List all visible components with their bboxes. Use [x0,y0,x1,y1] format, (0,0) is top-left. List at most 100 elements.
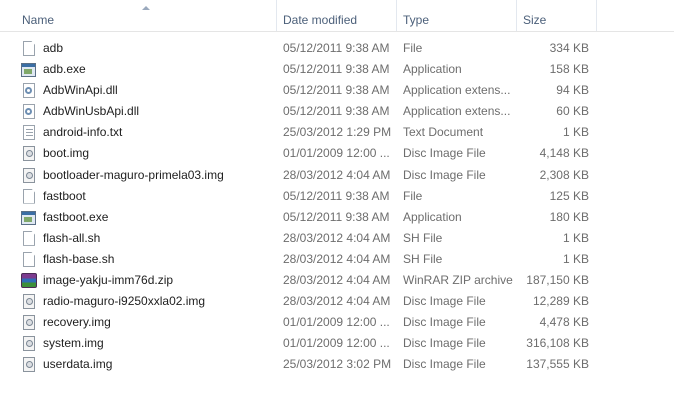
file-size: 1 KB [562,230,589,245]
column-divider[interactable] [396,0,397,31]
column-divider[interactable] [276,0,277,31]
file-row[interactable]: recovery.img 01/01/2009 12:00 ... Disc Ima… [0,312,674,333]
file-name: AdbWinApi.dll [43,83,118,98]
file-row[interactable]: adb 05/12/2011 9:38 AM File 334 KB [0,38,674,59]
column-header-name-label: Name [22,13,55,27]
file-row[interactable]: fastboot.exe 05/12/2011 9:38 AM Applicatio… [0,207,674,228]
disc-image-icon [23,357,35,373]
column-header-date-label: Date modified [283,13,358,27]
column-divider[interactable] [596,0,597,31]
file-name: adb [43,41,64,55]
file-date-modified: 28/03/2012 4:04 AM [283,273,391,288]
file-date-modified: 05/12/2011 9:38 AM [283,209,390,224]
file-name: fastboot [43,188,86,203]
column-header-size[interactable]: Size [518,0,596,31]
file-name: AdbWinUsbApi.dll [43,104,140,119]
file-type: Disc Image File [403,336,486,351]
column-header-name[interactable]: Name [17,0,275,31]
file-icon [23,230,35,246]
file-icon-cell [21,165,39,186]
file-type: Disc Image File [403,294,486,309]
file-icon-cell [21,291,39,312]
file-name: system.img [43,336,104,351]
file-date-modified: 28/03/2012 4:04 AM [283,230,391,245]
file-size: 334 KB [549,41,589,55]
file-row[interactable]: image-yakju-imm76d.zip 28/03/2012 4:04 AM… [0,270,674,291]
file-row[interactable]: AdbWinUsbApi.dll 05/12/2011 9:38 AM Applic… [0,101,674,122]
file-icon-cell [21,122,39,143]
file-row[interactable]: flash-base.sh 28/03/2012 4:04 AM SH File 1 … [0,249,674,270]
file-row[interactable]: userdata.img 25/03/2012 3:02 PM Disc Image… [0,354,674,375]
file-date-modified: 01/01/2009 12:00 ... [283,315,390,330]
file-date-modified: 28/03/2012 4:04 AM [283,251,391,266]
file-row[interactable]: fastboot 05/12/2011 9:38 AM File 125 KB [0,186,674,207]
file-row[interactable]: bootloader-maguro-primela03.img 28/03/201… [0,165,674,186]
file-size: 94 KB [556,83,589,98]
file-type: Disc Image File [403,357,486,372]
file-row[interactable]: radio-maguro-i9250xxla02.img 28/03/2012 4… [0,291,674,312]
file-icon-cell [21,270,39,291]
file-icon-cell [21,38,39,59]
file-size: 316,108 KB [526,336,589,351]
file-date-modified: 05/12/2011 9:38 AM [283,83,390,98]
exe-icon [21,63,36,78]
disc-image-icon [23,336,35,352]
file-name: boot.img [43,146,90,161]
column-header-size-label: Size [523,13,547,27]
file-name: image-yakju-imm76d.zip [43,273,174,288]
file-row[interactable]: flash-all.sh 28/03/2012 4:04 AM SH File 1 K… [0,228,674,249]
file-name: radio-maguro-i9250xxla02.img [43,294,206,309]
file-type: Text Document [403,125,484,140]
file-size: 137,555 KB [526,357,589,372]
file-date-modified: 25/03/2012 3:02 PM [283,357,392,372]
file-icon-cell [21,80,39,101]
file-row[interactable]: adb.exe 05/12/2011 9:38 AM Application 158 … [0,59,674,80]
file-name: android-info.txt [43,125,123,140]
file-type: SH File [403,251,443,266]
file-type: Application [403,62,462,77]
file-name: userdata.img [43,357,113,372]
file-icon-cell [21,354,39,375]
column-header-date-modified[interactable]: Date modified [278,0,396,31]
file-icon-cell [21,143,39,164]
disc-image-icon [23,167,35,183]
file-date-modified: 25/03/2012 1:29 PM [283,125,392,140]
file-row[interactable]: AdbWinApi.dll 05/12/2011 9:38 AM Applicati… [0,80,674,101]
file-row[interactable]: boot.img 01/01/2009 12:00 ... Disc Image F… [0,143,674,164]
file-type: Disc Image File [403,146,486,161]
file-icon-cell [21,101,39,122]
file-icon-cell [21,249,39,270]
column-header-type[interactable]: Type [398,0,516,31]
disc-image-icon [23,146,35,162]
zip-archive-icon [21,273,37,289]
dll-icon [23,83,35,99]
column-divider[interactable] [516,0,517,31]
file-list: adb 05/12/2011 9:38 AM File 334 KB adb.exe 05… [0,38,674,376]
file-type: Application extens... [403,83,511,98]
file-size: 12,289 KB [532,294,589,309]
file-size: 1 KB [562,125,589,140]
file-icon [23,188,35,204]
file-row[interactable]: system.img 01/01/2009 12:00 ... Disc Image… [0,333,674,354]
file-size: 125 KB [549,188,589,203]
file-icon-cell [21,207,39,228]
file-type: Disc Image File [403,167,486,182]
file-date-modified: 05/12/2011 9:38 AM [283,188,390,203]
file-size: 180 KB [549,209,589,224]
file-date-modified: 01/01/2009 12:00 ... [283,146,390,161]
file-name: fastboot.exe [43,209,109,224]
file-size: 4,478 KB [539,315,589,330]
file-name: flash-all.sh [43,230,101,245]
disc-image-icon [23,315,35,331]
file-row[interactable]: android-info.txt 25/03/2012 1:29 PM Text D… [0,122,674,143]
file-size: 158 KB [549,62,589,77]
file-date-modified: 01/01/2009 12:00 ... [283,336,390,351]
file-date-modified: 05/12/2011 9:38 AM [283,62,390,77]
file-icon-cell [21,333,39,354]
column-header-type-label: Type [403,13,430,27]
file-type: WinRAR ZIP archive [403,273,513,288]
file-type: Application extens... [403,104,511,119]
file-icon-cell [21,312,39,333]
text-file-icon [23,125,35,141]
file-name: flash-base.sh [43,251,115,266]
